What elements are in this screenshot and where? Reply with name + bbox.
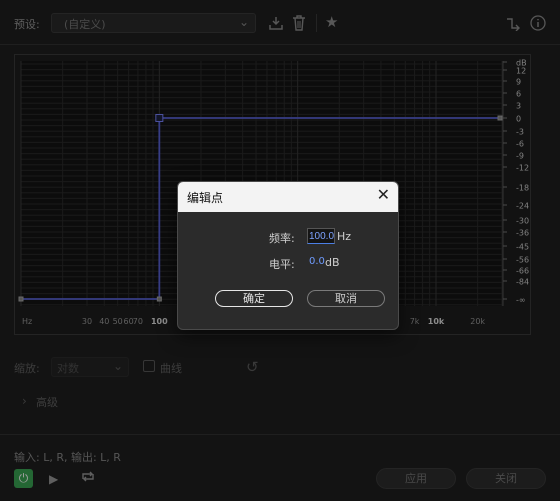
dialog-header: 编辑点 ✕	[178, 182, 398, 212]
ok-button[interactable]: 确定	[215, 290, 293, 307]
level-value[interactable]: 0.0	[309, 256, 325, 267]
level-unit: dB	[325, 256, 340, 269]
frequency-input[interactable]	[307, 228, 335, 244]
frequency-label: 频率:	[269, 232, 295, 245]
cancel-button[interactable]: 取消	[307, 290, 385, 307]
dialog-title: 编辑点	[187, 191, 224, 205]
level-label: 电平:	[269, 258, 295, 271]
edit-point-dialog: 编辑点 ✕ 频率: Hz 电平: 0.0 dB 确定 取消	[177, 181, 399, 330]
frequency-unit: Hz	[337, 230, 352, 243]
close-icon[interactable]: ✕	[377, 187, 390, 203]
